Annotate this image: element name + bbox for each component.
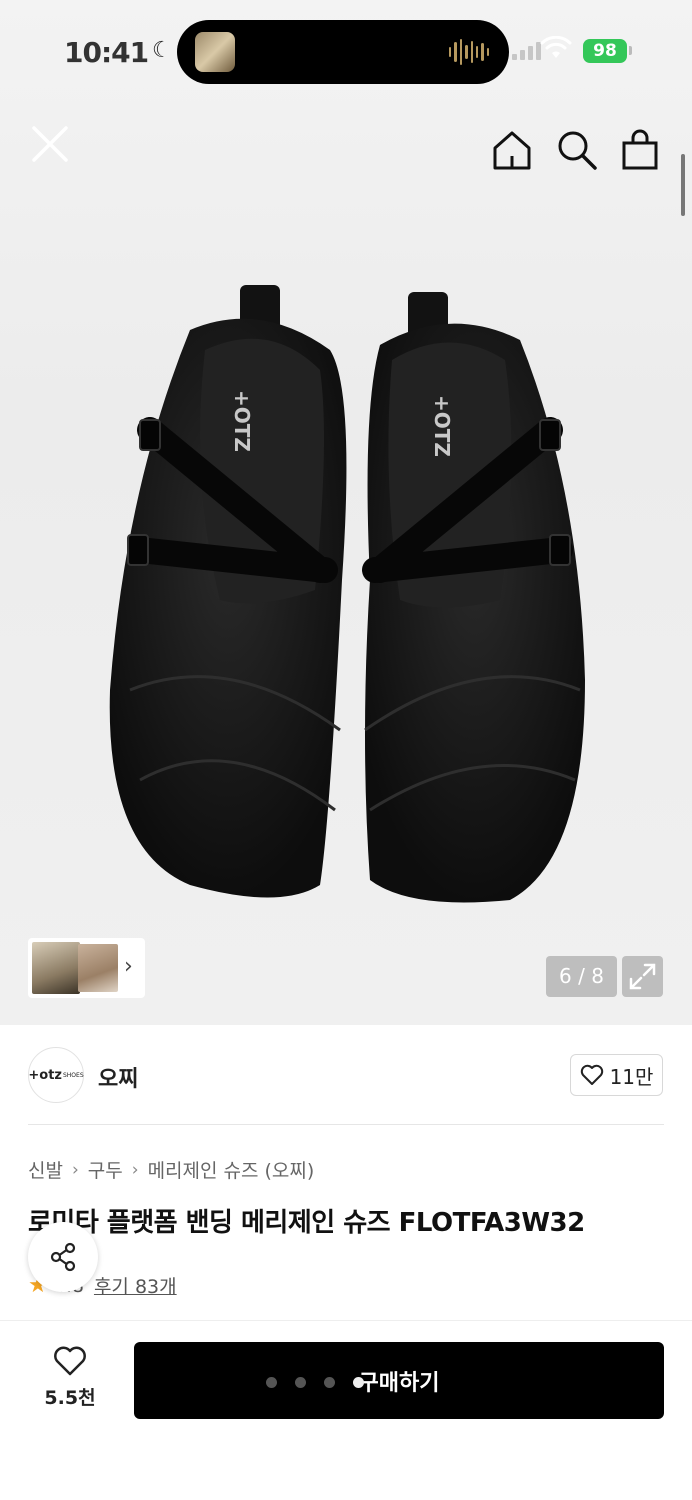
product-image[interactable]: +OTZ +OTZ bbox=[80, 260, 620, 940]
product-gallery[interactable]: 10:41 ☾ 98 +OTZ +OTZ › 6 / 8 bbox=[0, 0, 692, 1025]
brand-logo-text: +otz bbox=[28, 1067, 62, 1083]
insole-logo: +OTZ bbox=[230, 390, 254, 452]
insole-logo: +OTZ bbox=[430, 395, 454, 457]
share-button[interactable] bbox=[28, 1222, 98, 1292]
breadcrumb-item[interactable]: 신발 bbox=[28, 1156, 63, 1183]
scrollbar[interactable] bbox=[681, 154, 685, 216]
brand-logo-sub: SHOES bbox=[62, 1071, 84, 1079]
loading-dots bbox=[266, 1377, 364, 1388]
search-icon[interactable] bbox=[555, 128, 599, 172]
shopping-bag-icon[interactable] bbox=[618, 128, 662, 172]
dot bbox=[266, 1377, 277, 1388]
left-shoe: +OTZ bbox=[109, 285, 347, 898]
battery-indicator: 98 bbox=[583, 39, 627, 63]
product-title: 로미타 플랫폼 밴딩 메리제인 슈즈 FLOTFA3W32 bbox=[28, 1208, 585, 1238]
battery-level: 98 bbox=[593, 41, 617, 61]
share-icon bbox=[50, 1242, 76, 1272]
thumbnail-image[interactable] bbox=[78, 944, 118, 992]
breadcrumb-item[interactable]: 구두 bbox=[88, 1156, 123, 1183]
audio-wave-icon bbox=[449, 38, 489, 66]
model-photo-thumbnails[interactable]: › bbox=[28, 938, 145, 998]
bottom-action-bar: 5.5천 구매하기 bbox=[0, 1320, 692, 1500]
wishlist-count: 5.5천 bbox=[44, 1387, 96, 1409]
wishlist-button[interactable]: 5.5천 bbox=[28, 1345, 112, 1415]
chevron-right-icon[interactable]: › bbox=[124, 954, 133, 979]
brand-like-count: 11만 bbox=[609, 1064, 654, 1089]
status-time: 10:41 bbox=[64, 36, 149, 69]
battery-tip bbox=[629, 46, 632, 55]
moon-icon: ☾ bbox=[152, 38, 172, 63]
dot bbox=[353, 1377, 364, 1388]
cellular-signal-icon bbox=[512, 42, 541, 60]
dynamic-island[interactable] bbox=[177, 20, 509, 84]
review-link[interactable]: 후기 83개 bbox=[94, 1272, 177, 1299]
home-icon[interactable] bbox=[490, 128, 534, 172]
wifi-icon bbox=[540, 36, 572, 58]
thumbnail-image[interactable] bbox=[32, 942, 80, 994]
brand-row: +otz SHOES 오찌 11만 bbox=[0, 1025, 692, 1125]
chevron-right-icon: › bbox=[131, 1159, 139, 1180]
dot bbox=[324, 1377, 335, 1388]
expand-icon[interactable] bbox=[622, 956, 663, 997]
now-playing-thumbnail bbox=[195, 32, 235, 72]
heart-icon bbox=[54, 1346, 86, 1376]
brand-name[interactable]: 오찌 bbox=[98, 1061, 138, 1093]
heart-icon bbox=[580, 1064, 603, 1085]
breadcrumb-item[interactable]: 메리제인 슈즈 (오찌) bbox=[148, 1156, 315, 1183]
breadcrumb: 신발 › 구두 › 메리제인 슈즈 (오찌) bbox=[28, 1156, 314, 1183]
brand-logo[interactable]: +otz SHOES bbox=[28, 1047, 84, 1103]
right-shoe: +OTZ bbox=[362, 292, 585, 903]
status-bar: 10:41 ☾ 98 bbox=[0, 0, 692, 100]
gallery-page-indicator: 6 / 8 bbox=[546, 956, 617, 997]
dot bbox=[295, 1377, 306, 1388]
chevron-right-icon: › bbox=[71, 1159, 79, 1180]
close-icon[interactable] bbox=[28, 122, 72, 166]
divider bbox=[28, 1124, 664, 1125]
brand-like-button[interactable]: 11만 bbox=[570, 1054, 663, 1096]
buy-button[interactable]: 구매하기 bbox=[134, 1342, 664, 1419]
